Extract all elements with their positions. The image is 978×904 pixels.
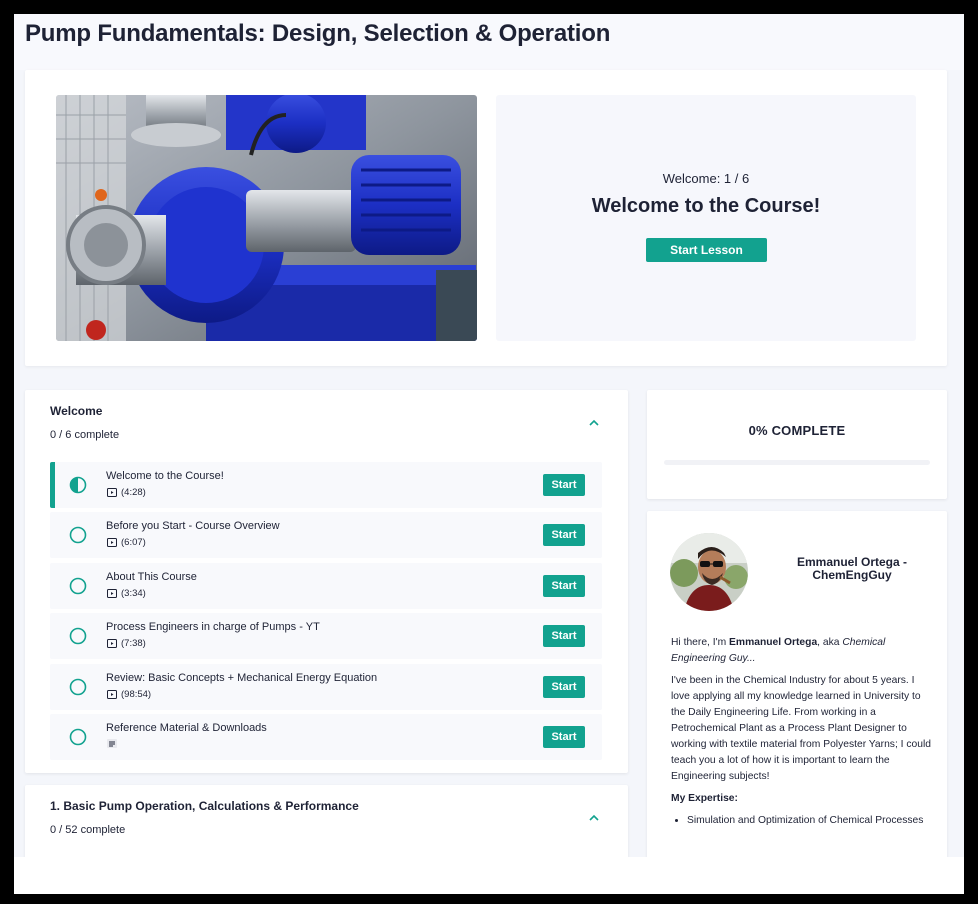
lesson-meta: (3:34) <box>107 588 146 599</box>
video-icon <box>107 639 117 648</box>
hero-card: Welcome: 1 / 6 Welcome to the Course! St… <box>25 70 947 366</box>
intro-name: Emmanuel Ortega <box>729 637 818 648</box>
start-button[interactable]: Start <box>543 575 585 597</box>
welcome-count: Welcome: 1 / 6 <box>662 171 750 186</box>
lesson-item[interactable]: Before you Start - Course Overview (6:07… <box>50 512 602 558</box>
start-lesson-button[interactable]: Start Lesson <box>646 238 767 262</box>
lesson-name: Process Engineers in charge of Pumps - Y… <box>106 621 320 633</box>
progress-bar <box>664 460 930 465</box>
chevron-up-icon[interactable] <box>588 812 600 824</box>
lesson-name: Review: Basic Concepts + Mechanical Ener… <box>106 672 378 684</box>
lesson-heading: Welcome to the Course! <box>591 195 821 217</box>
video-icon <box>107 589 117 598</box>
circle-icon <box>69 728 87 746</box>
lesson-meta: (4:28) <box>107 487 146 498</box>
lesson-item[interactable]: About This Course (3:34) Start <box>50 563 602 609</box>
lesson-duration: (6:07) <box>121 537 146 548</box>
chevron-up-icon[interactable] <box>588 417 600 429</box>
author-intro: Hi there, I'm Emmanuel Ortega, aka Chemi… <box>671 635 933 667</box>
intro-text: , aka <box>817 637 843 648</box>
expertise-title: My Expertise: <box>671 793 738 804</box>
video-icon <box>107 538 117 547</box>
circle-icon <box>69 678 87 696</box>
section-title: Welcome <box>50 404 103 418</box>
section-title: 1. Basic Pump Operation, Calculations & … <box>50 799 359 813</box>
lesson-name: About This Course <box>106 571 197 583</box>
course-title: Pump Fundamentals: Design, Selection & O… <box>25 20 611 47</box>
intro-text: Hi there, I'm <box>671 637 730 648</box>
lesson-duration: (7:38) <box>121 638 146 649</box>
lesson-duration: (98:54) <box>121 689 152 700</box>
lesson-meta: (98:54) <box>107 689 151 700</box>
progress-label: 0% COMPLETE <box>748 423 846 438</box>
half-circle-icon <box>69 476 87 494</box>
circle-icon <box>69 526 87 544</box>
section-count: 0 / 52 complete <box>50 824 126 836</box>
author-bio: Hi there, I'm Emmanuel Ortega, aka Chemi… <box>671 635 933 829</box>
lesson-item[interactable]: Reference Material & Downloads Start <box>50 714 602 760</box>
author-bio-text: I've been in the Chemical Industry for a… <box>671 675 932 782</box>
pump-illustration <box>56 95 477 341</box>
course-page[interactable]: Pump Fundamentals: Design, Selection & O… <box>14 14 964 857</box>
lesson-meta <box>107 739 121 748</box>
video-icon <box>107 690 117 699</box>
circle-icon <box>69 577 87 595</box>
lesson-name: Welcome to the Course! <box>106 470 224 482</box>
author-card: Emmanuel Ortega - ChemEngGuy Hi there, I… <box>647 511 947 857</box>
lesson-name: Before you Start - Course Overview <box>106 520 280 532</box>
circle-icon <box>69 627 87 645</box>
progress-card: 0% COMPLETE <box>647 390 947 499</box>
lesson-meta: (6:07) <box>107 537 146 548</box>
start-button[interactable]: Start <box>543 524 585 546</box>
lesson-panel: Welcome: 1 / 6 Welcome to the Course! St… <box>496 95 916 341</box>
expertise-item: Simulation and Optimization of Chemical … <box>687 813 933 829</box>
section-basic-pump-operation: 1. Basic Pump Operation, Calculations & … <box>25 785 628 857</box>
avatar <box>670 533 748 611</box>
start-button[interactable]: Start <box>543 625 585 647</box>
start-button[interactable]: Start <box>543 726 585 748</box>
lesson-duration: (4:28) <box>121 487 146 498</box>
lesson-item[interactable]: Welcome to the Course! (4:28) Start <box>50 462 602 508</box>
lesson-item[interactable]: Process Engineers in charge of Pumps - Y… <box>50 613 602 659</box>
section-count: 0 / 6 complete <box>50 429 120 441</box>
lesson-name: Reference Material & Downloads <box>106 722 267 734</box>
author-photo <box>670 533 748 611</box>
lesson-meta: (7:38) <box>107 638 146 649</box>
section-welcome: Welcome 0 / 6 complete Welcome to the Co… <box>25 390 628 773</box>
lesson-item[interactable]: Review: Basic Concepts + Mechanical Ener… <box>50 664 602 710</box>
video-icon <box>107 488 117 497</box>
start-button[interactable]: Start <box>543 474 585 496</box>
browser-frame: Pump Fundamentals: Design, Selection & O… <box>14 14 964 894</box>
lesson-duration: (3:34) <box>121 588 146 599</box>
course-image <box>56 95 477 341</box>
course-header: Pump Fundamentals: Design, Selection & O… <box>14 14 964 70</box>
start-button[interactable]: Start <box>543 676 585 698</box>
text-icon <box>107 739 117 748</box>
author-name: Emmanuel Ortega - ChemEngGuy <box>796 555 908 582</box>
expertise-list: Simulation and Optimization of Chemical … <box>687 813 933 829</box>
